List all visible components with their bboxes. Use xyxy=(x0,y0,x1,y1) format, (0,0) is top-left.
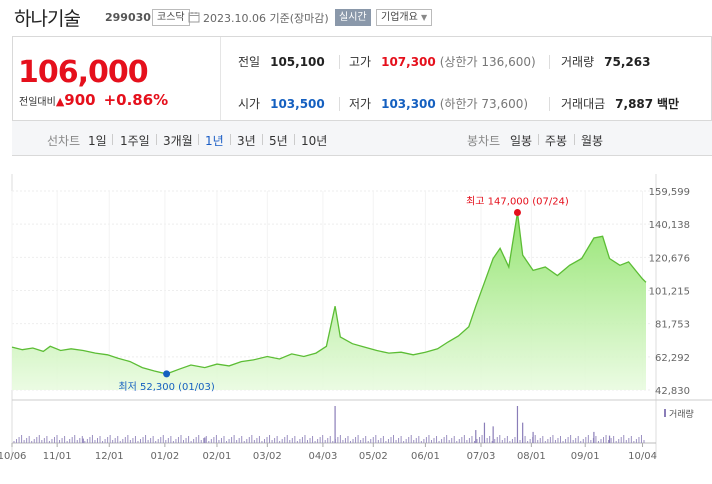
x-tick-label: 04/03 xyxy=(309,451,338,462)
divider xyxy=(549,55,550,69)
high-marker xyxy=(513,208,521,216)
x-tick-label: 01/02 xyxy=(150,451,179,462)
x-tick-label: 12/01 xyxy=(95,451,124,462)
date-value: 2023.10.06 xyxy=(203,12,266,25)
price-change: 전일대비▲900 +0.86% xyxy=(19,91,168,109)
tab-3y[interactable]: 3년 xyxy=(237,132,256,149)
stat-volume: 거래량 75,263 xyxy=(561,53,650,70)
tab-1d[interactable]: 1일 xyxy=(88,132,107,149)
y-tick-label: 62,292 xyxy=(655,353,690,364)
stat-value: 105,100 xyxy=(270,55,325,69)
divider xyxy=(538,134,539,145)
x-tick-label: 08/01 xyxy=(517,451,546,462)
low-annotation: 최저 52,300 (01/03) xyxy=(118,381,214,393)
price-area-fill xyxy=(12,212,646,390)
divider xyxy=(339,97,340,111)
y-tick-label: 101,215 xyxy=(649,287,690,298)
stat-value: 103,500 xyxy=(270,97,325,111)
high-annotation: 최고 147,000 (07/24) xyxy=(466,195,569,207)
stock-header: 하나기술 299030 코스닥 2023.10.06 기준(장마감) 실시간 기… xyxy=(0,0,712,36)
y-tick-label: 159,599 xyxy=(649,187,690,198)
y-tick-label: 120,676 xyxy=(649,253,690,264)
stat-label: 전일 xyxy=(238,55,261,69)
volume-legend-label: 거래량 xyxy=(669,408,694,420)
company-info-label: 기업개요 xyxy=(381,12,418,23)
change-rate: +0.86% xyxy=(103,91,169,109)
line-chart-caption: 선차트 xyxy=(47,134,81,148)
stat-value: 107,300 xyxy=(381,55,436,69)
divider xyxy=(574,134,575,145)
stat-label: 거래대금 xyxy=(561,97,606,111)
stat-high: 고가 107,300 (상한가 136,600) xyxy=(349,53,536,70)
divider xyxy=(156,134,157,145)
change-amount: 900 xyxy=(64,91,96,109)
stat-amount: 거래대금 7,887 백만 xyxy=(561,95,679,112)
stock-code: 299030 xyxy=(105,11,151,24)
market-badge: 코스닥 xyxy=(152,9,190,26)
stat-prev-close: 전일 105,100 xyxy=(238,53,325,70)
stat-label: 거래량 xyxy=(561,55,595,69)
price-chart[interactable]: 159,599 140,138 120,676 101,215 81,753 62,292… xyxy=(0,156,712,484)
up-arrow-icon: ▲ xyxy=(55,95,65,108)
volume-legend-swatch xyxy=(664,409,666,417)
tab-weekly-candle[interactable]: 주봉 xyxy=(545,132,567,149)
stat-low: 저가 103,300 (하한가 73,600) xyxy=(349,95,528,112)
x-tick-label: 06/01 xyxy=(411,451,440,462)
stat-label: 고가 xyxy=(349,55,372,69)
tab-5y[interactable]: 5년 xyxy=(269,132,288,149)
date-basis: 기준(장마감) xyxy=(269,12,329,25)
stat-unit: 백만 xyxy=(656,97,680,111)
tab-1w[interactable]: 1주일 xyxy=(120,132,150,149)
x-tick-label: 11/01 xyxy=(43,451,72,462)
chart-period-tabs: 선차트 1일 1주일 3개월 1년 3년 5년 10년 봉차트 일봉 주봉 월봉 xyxy=(12,120,712,156)
low-marker xyxy=(163,370,171,378)
x-tick-label: 03/02 xyxy=(253,451,282,462)
x-tick-label: 10/06 xyxy=(0,451,26,462)
y-tick-label: 81,753 xyxy=(655,320,690,331)
price-summary-panel: 106,000 전일대비▲900 +0.86% 전일 105,100 고가 107,3… xyxy=(12,36,712,121)
lower-limit: (하한가 73,600) xyxy=(439,97,529,111)
divider xyxy=(262,134,263,145)
x-tick-label: 07/03 xyxy=(467,451,496,462)
stat-value: 7,887 xyxy=(615,97,654,111)
stat-value: 75,263 xyxy=(604,55,651,69)
x-tick-label: 10/04 xyxy=(628,451,657,462)
tab-10y[interactable]: 10년 xyxy=(301,132,327,149)
chevron-down-icon: ▼ xyxy=(421,13,428,22)
y-tick-label: 140,138 xyxy=(649,220,690,231)
stat-label: 저가 xyxy=(349,97,372,111)
divider xyxy=(549,97,550,111)
x-tick-label: 05/02 xyxy=(359,451,388,462)
divider xyxy=(339,55,340,69)
current-price: 106,000 xyxy=(18,55,149,90)
x-tick-label: 02/01 xyxy=(203,451,232,462)
change-label: 전일대비 xyxy=(19,97,56,108)
stat-open: 시가 103,500 xyxy=(238,95,325,112)
stock-name: 하나기술 xyxy=(14,8,81,30)
company-info-dropdown[interactable]: 기업개요 ▼ xyxy=(376,9,433,26)
stat-label: 시가 xyxy=(238,97,261,111)
candle-chart-caption: 봉차트 xyxy=(467,134,501,148)
divider xyxy=(294,134,295,145)
divider xyxy=(198,134,199,145)
stat-value: 103,300 xyxy=(381,97,436,111)
realtime-button[interactable]: 실시간 xyxy=(335,9,371,26)
divider xyxy=(230,134,231,145)
divider xyxy=(112,134,113,145)
x-tick-label: 09/01 xyxy=(571,451,600,462)
quote-date: 2023.10.06 기준(장마감) xyxy=(203,10,329,26)
upper-limit: (상한가 136,600) xyxy=(439,55,536,69)
calendar-icon xyxy=(188,12,200,23)
y-tick-label: 42,830 xyxy=(655,386,690,397)
tab-daily-candle[interactable]: 일봉 xyxy=(510,132,532,149)
tab-monthly-candle[interactable]: 월봉 xyxy=(581,132,603,149)
tab-3m[interactable]: 3개월 xyxy=(163,132,193,149)
divider xyxy=(220,37,221,121)
tab-1y[interactable]: 1년 xyxy=(205,132,224,149)
